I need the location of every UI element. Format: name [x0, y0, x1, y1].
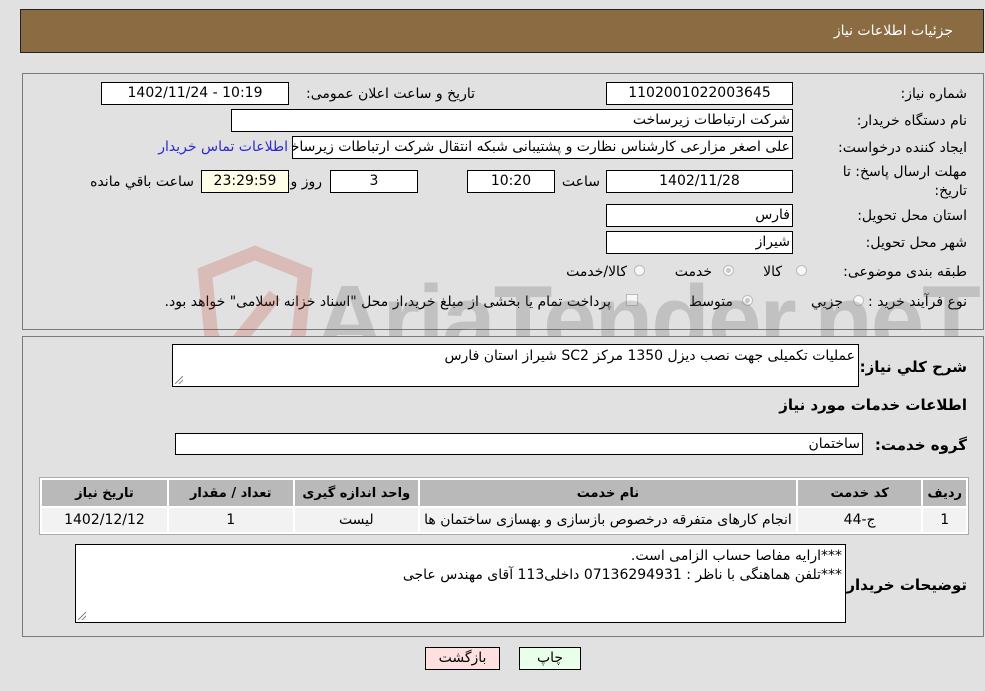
- buyer-notes-textarea[interactable]: ***ارایه مفاصا حساب الزامی است. ***تلفن …: [75, 544, 846, 623]
- cell-row-number: 1: [923, 508, 966, 532]
- category-radio-goods-service[interactable]: [634, 265, 645, 276]
- print-button[interactable]: چاپ: [519, 647, 581, 670]
- buyer-contact-link[interactable]: اطلاعات تماس خریدار: [158, 139, 288, 155]
- category-option-goods-service: کالا/خدمت: [566, 264, 627, 280]
- col-unit: واحد اندازه گیری: [294, 480, 419, 506]
- purchase-radio-minor[interactable]: [853, 295, 864, 306]
- remaining-days-field[interactable]: 3: [330, 170, 418, 193]
- need-number-label: شماره نیاز:: [900, 86, 968, 102]
- col-row-number: ردیف: [923, 480, 966, 506]
- services-table: ردیف کد خدمت نام خدمت واحد اندازه گیری ت…: [39, 477, 969, 535]
- buyer-org-label: نام دستگاه خریدار:: [856, 113, 967, 129]
- cell-service-name: انجام کارهای متفرقه درخصوص بازسازی و بهس…: [420, 508, 796, 532]
- cell-quantity: 1: [168, 508, 293, 532]
- deadline-time-field[interactable]: 10:20: [467, 170, 555, 193]
- col-service-name: نام خدمت: [420, 480, 796, 506]
- purchase-radio-medium[interactable]: [742, 295, 753, 306]
- deadline-label-line2: تاریخ:: [934, 183, 967, 199]
- buyer-notes-label: توضیحات خریدار:: [840, 576, 967, 594]
- table-row: 1 ج-44 انجام کارهای متفرقه درخصوص بازساز…: [42, 508, 966, 532]
- description-text: عملیات تکمیلی جهت نصب دیزل 1350 مرکز SC2…: [444, 348, 855, 364]
- resize-grip-icon[interactable]: [78, 612, 86, 620]
- table-header-row: ردیف کد خدمت نام خدمت واحد اندازه گیری ت…: [42, 480, 966, 506]
- treasury-checkbox[interactable]: [626, 294, 638, 306]
- requester-label: ایجاد کننده درخواست:: [838, 140, 967, 156]
- purchase-type-label: نوع فرآیند خرید :: [868, 294, 967, 310]
- category-radio-goods[interactable]: [796, 265, 807, 276]
- description-textarea[interactable]: عملیات تکمیلی جهت نصب دیزل 1350 مرکز SC2…: [172, 344, 859, 387]
- description-label: شرح کلي نیاز:: [859, 358, 967, 376]
- province-label: استان محل تحویل:: [857, 208, 967, 224]
- col-service-code: کد خدمت: [797, 480, 922, 506]
- col-quantity: تعداد / مقدار: [168, 480, 293, 506]
- services-heading: اطلاعات خدمات مورد نیاز: [779, 396, 967, 414]
- service-group-field[interactable]: ساختمان: [175, 433, 863, 455]
- announce-datetime-field[interactable]: 1402/11/24 - 10:19: [101, 82, 289, 105]
- deadline-label-line1: مهلت ارسال پاسخ: تا: [842, 164, 967, 180]
- category-option-service: خدمت: [674, 264, 712, 280]
- deadline-time-label: ساعت: [561, 174, 600, 190]
- purchase-option-minor: جزيي: [811, 294, 843, 310]
- remaining-time-field: 23:29:59: [201, 170, 289, 193]
- cell-need-date: 1402/12/12: [42, 508, 167, 532]
- category-option-goods: کالا: [763, 264, 782, 280]
- treasury-checkbox-label: پرداخت تمام یا بخشی از مبلغ خرید،از محل …: [164, 294, 611, 310]
- cell-service-code: ج-44: [797, 508, 922, 532]
- service-group-label: گروه خدمت:: [874, 436, 967, 454]
- category-label: طبقه بندی موضوعی:: [843, 264, 967, 280]
- city-label: شهر محل تحویل:: [865, 235, 967, 251]
- page-title: جزئیات اطلاعات نیاز: [833, 23, 953, 39]
- need-number-field[interactable]: 1102001022003645: [606, 82, 793, 105]
- buyer-notes-line1: ***ارایه مفاصا حساب الزامی است.: [630, 548, 842, 564]
- purchase-option-medium: متوسط: [689, 294, 733, 310]
- days-label: روز و: [290, 174, 323, 190]
- buyer-notes-line2: ***تلفن هماهنگی با ناظر : 07136294931 دا…: [402, 567, 842, 583]
- announce-datetime-label: تاریخ و ساعت اعلان عمومی:: [306, 86, 475, 102]
- deadline-date-field[interactable]: 1402/11/28: [606, 170, 793, 193]
- back-button[interactable]: بازگشت: [425, 647, 500, 670]
- buyer-org-field[interactable]: شرکت ارتباطات زیرساخت: [231, 109, 793, 132]
- requester-field[interactable]: علی اصغر مزارعی کارشناس نظارت و پشتیبانی…: [292, 136, 793, 159]
- cell-unit: لیست: [294, 508, 419, 532]
- page-header: جزئیات اطلاعات نیاز: [20, 9, 984, 53]
- remaining-time-label: ساعت باقي مانده: [90, 174, 194, 190]
- col-need-date: تاریخ نیاز: [42, 480, 167, 506]
- province-field[interactable]: فارس: [606, 204, 793, 227]
- city-field[interactable]: شیراز: [606, 231, 793, 254]
- resize-grip-icon[interactable]: [175, 376, 183, 384]
- category-radio-service[interactable]: [723, 265, 734, 276]
